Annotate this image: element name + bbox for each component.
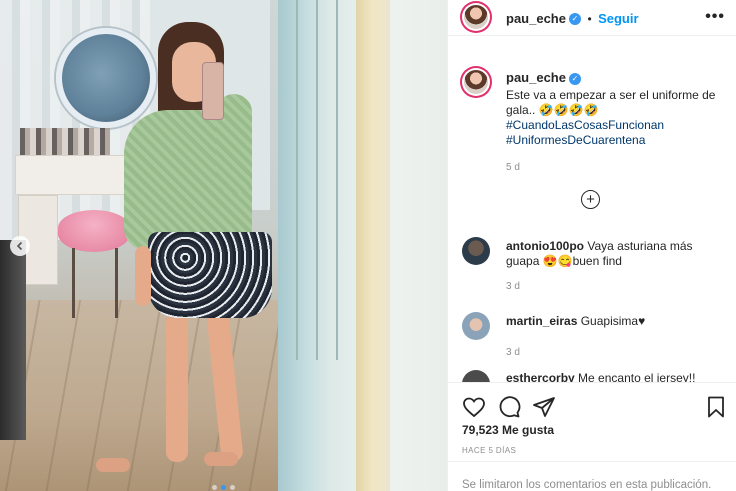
vanity-table (15, 155, 135, 195)
heart-icon[interactable] (462, 395, 486, 419)
hashtag-link[interactable]: #CuandoLasCosasFuncionan (506, 118, 728, 133)
bookmark-icon[interactable] (704, 395, 728, 419)
more-options-icon[interactable]: ••• (705, 8, 725, 26)
wardrobe-door-line (296, 0, 298, 360)
previous-photo-button[interactable] (10, 236, 30, 256)
wardrobe-door-line (316, 0, 318, 360)
post-photo[interactable] (0, 0, 447, 491)
header-author: pau_eche ✓ • Seguir (506, 11, 639, 26)
carousel-dots (212, 485, 235, 490)
hand (135, 246, 151, 306)
comment-username[interactable]: esthercorby (506, 371, 575, 382)
author-username[interactable]: pau_eche (506, 11, 566, 26)
foot-right (204, 452, 238, 466)
comment-username[interactable]: antonio100po (506, 239, 584, 253)
commenter-avatar[interactable] (462, 237, 490, 265)
post-header: pau_eche ✓ • Seguir ••• (448, 0, 736, 36)
commenter-avatar[interactable] (462, 370, 490, 382)
vanity-items (20, 128, 110, 156)
carousel-dot (212, 485, 217, 490)
comment-text: Guapisima♥ (580, 314, 646, 328)
chevron-left-icon (16, 241, 23, 251)
verified-badge-icon: ✓ (568, 72, 581, 85)
paper-plane-icon[interactable] (532, 395, 556, 419)
pink-stool (58, 210, 130, 252)
post-time[interactable]: HACE 5 DÍAS (462, 446, 516, 455)
comment-username[interactable]: martin_eiras (506, 314, 577, 328)
comments-disabled-notice: Se limitaron los comentarios en esta pub… (462, 479, 712, 491)
verified-badge-icon: ✓ (568, 12, 581, 25)
comment-bubble-icon[interactable] (497, 395, 521, 419)
mirror-edge (356, 0, 390, 491)
hashtag-link[interactable]: #UniformesDeCuarentena (506, 133, 728, 148)
leg-left (166, 312, 188, 462)
wardrobe-door-line (336, 0, 338, 360)
author-avatar[interactable] (462, 3, 490, 31)
caption-username[interactable]: pau_eche (506, 70, 566, 85)
post-actions: 79,523 Me gusta HACE 5 DÍAS Se limitaron… (448, 382, 736, 491)
comment-item: antonio100po Vaya asturiana más guapa 😍😋… (506, 239, 728, 294)
divider (448, 461, 736, 462)
round-mirror (56, 28, 156, 128)
floral-skirt (148, 232, 272, 318)
follow-button[interactable]: Seguir (598, 11, 638, 26)
smartphone (202, 62, 224, 120)
comment-item: martin_eiras Guapisima♥ 3 d (506, 314, 728, 360)
caption-text: Este va a empezar a ser el uniforme de g… (506, 88, 716, 117)
plus-circle-icon[interactable]: + (581, 190, 600, 209)
foot-left (96, 458, 130, 472)
likes-count[interactable]: 79,523 Me gusta (462, 423, 554, 437)
comment-time[interactable]: 3 d (506, 279, 728, 294)
clothes-rail (0, 240, 26, 440)
post-sidebar: pau_eche ✓ • Seguir ••• pau_eche ✓ Este va… (447, 0, 736, 491)
comment-text: Me encanto el jersey!! (578, 371, 696, 382)
carousel-dot (230, 485, 235, 490)
comment-item-clipped: esthercorby Me encanto el jersey!! (448, 370, 736, 382)
stool-legs (72, 248, 118, 318)
caption-time[interactable]: 5 d (506, 160, 728, 175)
caption-author-avatar[interactable] (462, 68, 490, 96)
commenter-avatar[interactable] (462, 312, 490, 340)
comment-time[interactable]: 3 d (506, 345, 728, 360)
carousel-dot-active (221, 485, 226, 490)
caption: pau_eche ✓ Este va a empezar a ser el uni… (506, 70, 728, 175)
